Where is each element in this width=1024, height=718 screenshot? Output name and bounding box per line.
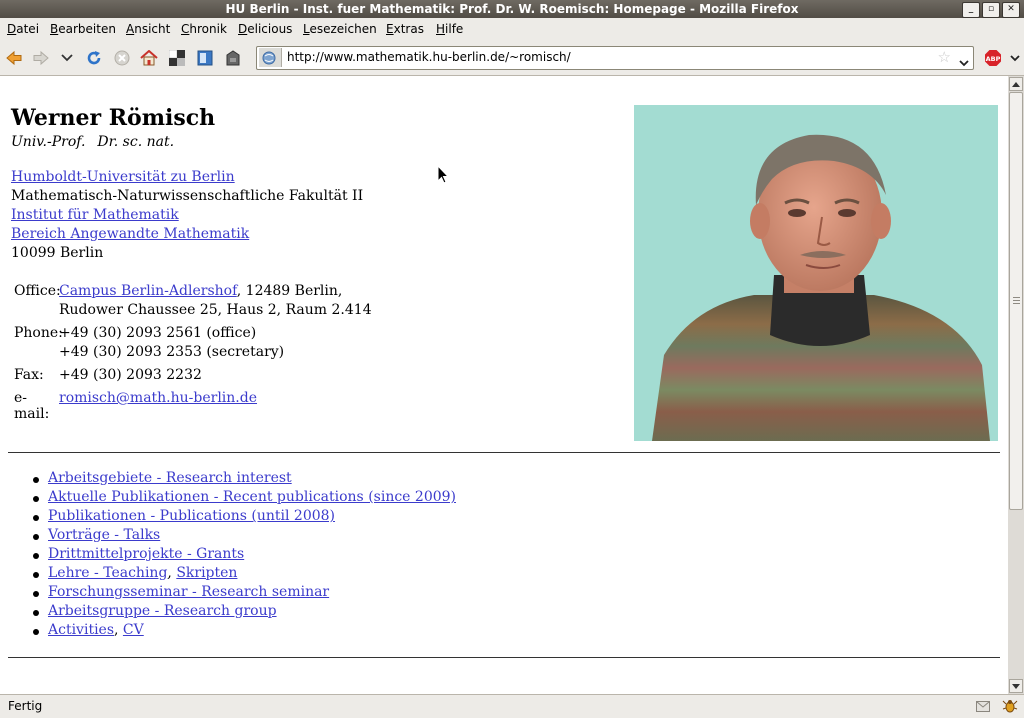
tag-icon[interactable] xyxy=(224,49,242,67)
list-item: Drittmittelprojekte - Grants xyxy=(30,546,456,565)
adblock-icon[interactable]: ABP xyxy=(984,49,1002,67)
list-item: Forschungsseminar - Research seminar xyxy=(30,584,456,603)
maximize-button[interactable]: ▫ xyxy=(982,2,1000,18)
url-text[interactable]: http://www.mathematik.hu-berlin.de/~romi… xyxy=(287,50,571,64)
title-professor: Univ.-Prof. xyxy=(11,134,86,150)
menu-delicious[interactable]: Delicious xyxy=(238,22,292,36)
menu-bar: Datei Bearbeiten Ansicht Chronik Delicio… xyxy=(0,18,1024,41)
link-talks[interactable]: Vorträge - Talks xyxy=(48,527,160,543)
window-titlebar: HU Berlin - Inst. fuer Mathematik: Prof.… xyxy=(0,0,1024,18)
scroll-up-icon[interactable] xyxy=(1009,77,1023,91)
divider-bottom xyxy=(8,657,1000,658)
list-item: Arbeitsgruppe - Research group xyxy=(30,603,456,622)
fax-number: +49 (30) 2093 2232 xyxy=(59,367,202,383)
site-identity-icon[interactable] xyxy=(259,48,282,67)
menu-bearbeiten[interactable]: Bearbeiten xyxy=(50,22,116,36)
window-title: HU Berlin - Inst. fuer Mathematik: Prof.… xyxy=(225,2,799,16)
back-icon[interactable] xyxy=(5,49,23,67)
campus-link[interactable]: Campus Berlin-Adlershof xyxy=(59,283,237,299)
bookmark-icon[interactable] xyxy=(196,49,214,67)
link-research-seminar[interactable]: Forschungsseminar - Research seminar xyxy=(48,584,329,600)
academic-title: Univ.-Prof. Dr. sc. nat. xyxy=(11,134,174,150)
delicious-icon[interactable] xyxy=(168,49,186,67)
person-name: Werner Römisch xyxy=(11,105,216,131)
institute-link[interactable]: Institut für Mathematik xyxy=(11,207,179,223)
list-item: Arbeitsgebiete - Research interest xyxy=(30,470,456,489)
home-icon[interactable] xyxy=(140,49,158,67)
menu-extras[interactable]: Extras xyxy=(386,22,424,36)
postal-city: 10099 Berlin xyxy=(11,245,104,261)
menu-datei[interactable]: Datei xyxy=(7,22,39,36)
history-dropdown-icon[interactable] xyxy=(58,49,76,67)
link-separator: , xyxy=(114,622,123,638)
mouse-cursor-icon xyxy=(437,165,449,184)
list-item: Aktuelle Publikationen - Recent publicat… xyxy=(30,489,456,508)
minimize-button[interactable]: _ xyxy=(962,2,980,18)
link-skripten[interactable]: Skripten xyxy=(176,565,237,581)
phone-label: Phone: xyxy=(14,325,63,341)
link-research-group[interactable]: Arbeitsgruppe - Research group xyxy=(48,603,277,619)
link-teaching[interactable]: Lehre - Teaching xyxy=(48,565,167,581)
page-content: Werner Römisch Univ.-Prof. Dr. sc. nat. H… xyxy=(0,76,1008,694)
title-degree: Dr. sc. nat. xyxy=(97,134,175,150)
status-text: Fertig xyxy=(8,699,43,713)
close-button[interactable]: ✕ xyxy=(1002,2,1020,18)
scrollbar-thumb[interactable] xyxy=(1009,92,1023,510)
email-link[interactable]: romisch@math.hu-berlin.de xyxy=(59,390,257,406)
menu-hilfe[interactable]: Hilfe xyxy=(436,22,463,36)
list-item: Vorträge - Talks xyxy=(30,527,456,546)
stop-icon[interactable] xyxy=(113,49,131,67)
adblock-dropdown-icon[interactable] xyxy=(1006,49,1024,67)
link-cv[interactable]: CV xyxy=(123,622,144,638)
university-link[interactable]: Humboldt-Universität zu Berlin xyxy=(11,169,235,185)
link-list: Arbeitsgebiete - Research interest Aktue… xyxy=(30,470,456,641)
divider-top xyxy=(8,452,1000,453)
phone-secretary: +49 (30) 2093 2353 (secretary) xyxy=(59,344,285,360)
bookmark-star-icon[interactable]: ☆ xyxy=(938,48,951,66)
menu-lesezeichen[interactable]: Lesezeichen xyxy=(303,22,377,36)
forward-icon[interactable] xyxy=(32,49,50,67)
mail-icon[interactable] xyxy=(976,701,990,712)
link-activities[interactable]: Activities xyxy=(48,622,114,638)
phone-office: +49 (30) 2093 2561 (office) xyxy=(59,325,257,341)
link-publications[interactable]: Publikationen - Publications (until 2008… xyxy=(48,508,335,524)
office-label: Office: xyxy=(14,283,61,299)
link-research-interest[interactable]: Arbeitsgebiete - Research interest xyxy=(48,470,292,486)
url-bar[interactable]: http://www.mathematik.hu-berlin.de/~romi… xyxy=(256,46,974,70)
list-item: Lehre - Teaching, Skripten xyxy=(30,565,456,584)
list-item: Publikationen - Publications (until 2008… xyxy=(30,508,456,527)
firebug-icon[interactable] xyxy=(1002,698,1018,714)
department-link[interactable]: Bereich Angewandte Mathematik xyxy=(11,226,249,242)
faculty-text: Mathematisch-Naturwissenschaftliche Faku… xyxy=(11,188,364,204)
reload-icon[interactable] xyxy=(85,49,103,67)
office-city: , 12489 Berlin, xyxy=(236,283,343,299)
menu-ansicht[interactable]: Ansicht xyxy=(126,22,170,36)
status-bar: Fertig xyxy=(0,694,1024,718)
vertical-scrollbar[interactable] xyxy=(1008,76,1024,694)
adblock-label: ABP xyxy=(986,55,1001,63)
link-grants[interactable]: Drittmittelprojekte - Grants xyxy=(48,546,244,562)
navigation-toolbar: http://www.mathematik.hu-berlin.de/~romi… xyxy=(0,41,1024,76)
url-dropdown-icon[interactable] xyxy=(959,52,969,71)
scroll-down-icon[interactable] xyxy=(1009,679,1023,693)
email-label: e-mail: xyxy=(14,390,50,422)
menu-chronik[interactable]: Chronik xyxy=(181,22,227,36)
portrait-photo xyxy=(634,105,998,441)
link-recent-publications[interactable]: Aktuelle Publikationen - Recent publicat… xyxy=(48,489,456,505)
link-separator: , xyxy=(167,565,177,581)
list-item: Activities, CV xyxy=(30,622,456,641)
office-address: Rudower Chaussee 25, Haus 2, Raum 2.414 xyxy=(59,302,372,318)
fax-label: Fax: xyxy=(14,367,44,383)
